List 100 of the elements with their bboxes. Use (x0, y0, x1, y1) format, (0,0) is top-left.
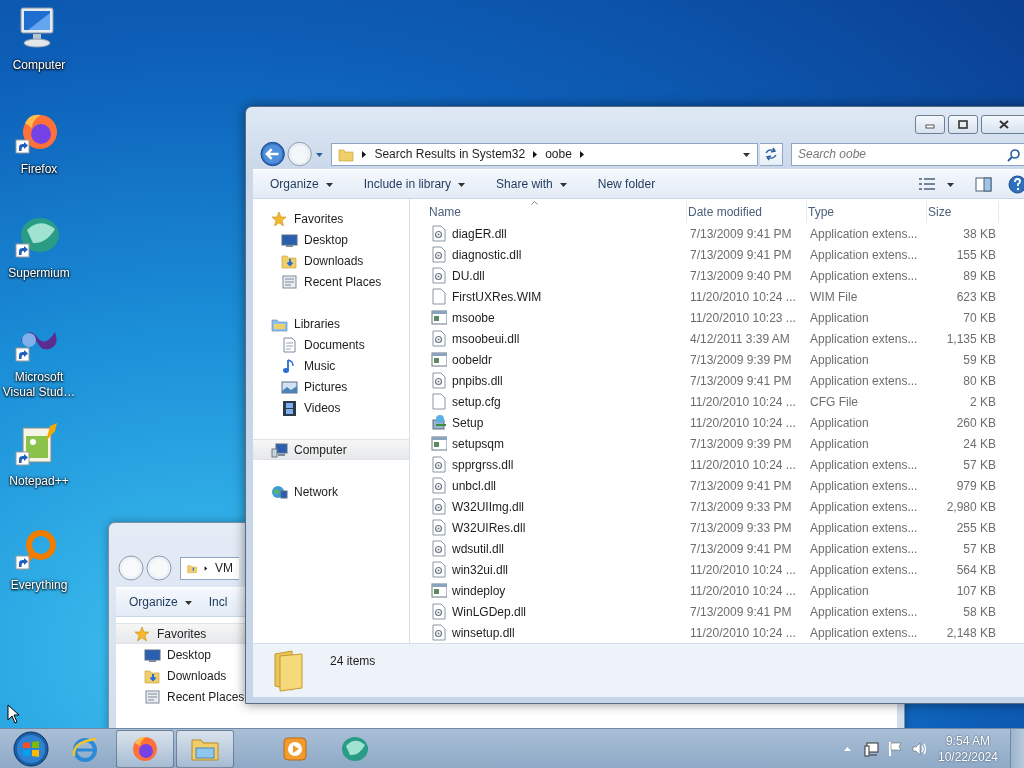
speaker-icon[interactable] (912, 740, 928, 757)
minimize-button[interactable] (915, 115, 945, 134)
show-desktop-button[interactable] (1010, 728, 1024, 768)
refresh-button[interactable] (759, 142, 783, 166)
nav-item[interactable]: Computer (253, 439, 409, 460)
date-modified: 7/13/2009 9:39 PM (690, 436, 793, 451)
file-name[interactable]: FirstUXRes.WIM (452, 289, 690, 304)
start-icon[interactable] (12, 729, 50, 768)
show-hidden-icons-icon[interactable] (843, 745, 852, 752)
nav-item[interactable]: Recent Places (116, 686, 245, 707)
file-size: 58 KB (962, 604, 996, 619)
date-modified: 11/20/2010 10:24 ... (690, 394, 797, 409)
file-name[interactable]: W32UIImg.dll (452, 499, 690, 514)
file-name[interactable]: setup.cfg (452, 394, 690, 409)
column-header[interactable]: Size (927, 201, 999, 223)
date-modified: 7/13/2009 9:41 PM (690, 247, 793, 262)
file-name[interactable]: setupsqm (452, 436, 690, 451)
nav-item[interactable]: Downloads (116, 665, 245, 686)
file-name[interactable]: unbcl.dll (452, 478, 690, 493)
search-field[interactable]: Search oobe (791, 142, 1024, 166)
file-type: Application (810, 415, 870, 430)
file-name[interactable]: oobeldr (452, 352, 690, 367)
view-options-icon[interactable] (918, 177, 936, 191)
file-size: 2 KB (969, 394, 996, 409)
help-icon[interactable] (1008, 174, 1024, 194)
file-type: Application extens... (810, 625, 919, 640)
column-header[interactable]: Date modified (687, 201, 807, 223)
nav-item[interactable]: Music (253, 355, 409, 376)
file-size: 1,135 KB (945, 331, 996, 346)
picture-icon (281, 378, 298, 395)
file-name[interactable]: pnpibs.dll (452, 373, 690, 388)
file-name[interactable]: msoobe (452, 310, 690, 325)
icon-label: Supermium (7, 266, 71, 281)
icon-label: Notepad++ (8, 474, 70, 489)
file-type: Application extens... (810, 562, 919, 577)
program-window-icon (431, 435, 447, 452)
dll-file-icon (431, 477, 447, 494)
refresh-icon (763, 147, 778, 161)
taskbar-button[interactable] (176, 729, 234, 768)
file-name[interactable]: Setup (452, 415, 690, 430)
star-icon (271, 210, 288, 227)
file-type: Application extens... (810, 268, 919, 283)
file-name[interactable]: spprgrss.dll (452, 457, 690, 472)
nav-item[interactable]: Downloads (253, 250, 409, 271)
file-type: Application (810, 583, 870, 598)
nav-item[interactable]: Documents (253, 334, 409, 355)
toolbar-button[interactable]: Include in library (355, 172, 475, 196)
forward-icon[interactable] (146, 555, 172, 581)
folder-icon (144, 667, 161, 684)
nav-item[interactable]: Libraries (253, 313, 409, 334)
file-name[interactable]: diagER.dll (452, 226, 690, 241)
back-icon[interactable] (260, 141, 286, 167)
nav-item[interactable]: Videos (253, 397, 409, 418)
toolbar-button[interactable]: Organize (125, 590, 197, 614)
icon-label: Computer (11, 58, 67, 73)
address-bar[interactable]: VM (180, 556, 239, 580)
toolbar-button[interactable]: Incl (204, 590, 232, 614)
preview-pane-icon[interactable] (975, 176, 992, 192)
address-bar[interactable]: Search Results in System32 oobe (331, 142, 758, 166)
nav-item[interactable]: Recent Places (253, 271, 409, 292)
file-type: Application extens... (810, 604, 919, 619)
breadcrumb[interactable]: Search Results in System32 (374, 147, 526, 161)
file-size: 2,980 KB (945, 499, 996, 514)
close-button[interactable] (981, 115, 1024, 134)
nav-item[interactable]: Favorites (116, 623, 245, 644)
toolbar-button[interactable]: Share with (488, 172, 576, 196)
file-name[interactable]: winsetup.dll (452, 625, 690, 640)
column-header[interactable]: Type (807, 201, 927, 223)
file-name[interactable]: win32ui.dll (452, 562, 690, 577)
program-window-icon (431, 309, 447, 326)
date-modified: 7/13/2009 9:41 PM (690, 604, 793, 619)
file-name[interactable]: W32UIRes.dll (452, 520, 690, 535)
file-type: Application extens... (810, 541, 919, 556)
file-name[interactable]: WinLGDep.dll (452, 604, 690, 619)
nav-item[interactable]: Desktop (116, 644, 245, 665)
toolbar-button[interactable]: New folder (589, 172, 664, 196)
nav-item[interactable]: Desktop (253, 229, 409, 250)
flag-icon[interactable] (888, 740, 904, 757)
breadcrumb[interactable]: VM (215, 561, 233, 575)
nav-item[interactable]: Network (253, 481, 409, 502)
chevron-icon (532, 149, 539, 159)
icon-label: Firefox (19, 162, 59, 177)
column-header[interactable]: Name (428, 201, 687, 223)
file-name[interactable]: msoobeui.dll (452, 331, 690, 346)
maximize-button[interactable] (948, 115, 978, 134)
file-name[interactable]: wdsutil.dll (452, 541, 690, 556)
file-size: 979 KB (955, 478, 996, 493)
date-modified: 4/12/2011 3:39 AM (690, 331, 791, 346)
file-name[interactable]: diagnostic.dll (452, 247, 690, 262)
star-icon (134, 625, 151, 642)
nav-item[interactable]: Favorites (253, 208, 409, 229)
breadcrumb[interactable]: oobe (545, 147, 572, 161)
dll-file-icon (431, 372, 447, 389)
nav-item[interactable]: Pictures (253, 376, 409, 397)
network-icon[interactable] (864, 740, 880, 757)
file-name[interactable]: windeploy (452, 583, 690, 598)
taskbar-button[interactable] (116, 729, 174, 768)
toolbar-button[interactable]: Organize (262, 172, 342, 196)
file-name[interactable]: DU.dll (452, 268, 690, 283)
file-size: 24 KB (962, 436, 996, 451)
